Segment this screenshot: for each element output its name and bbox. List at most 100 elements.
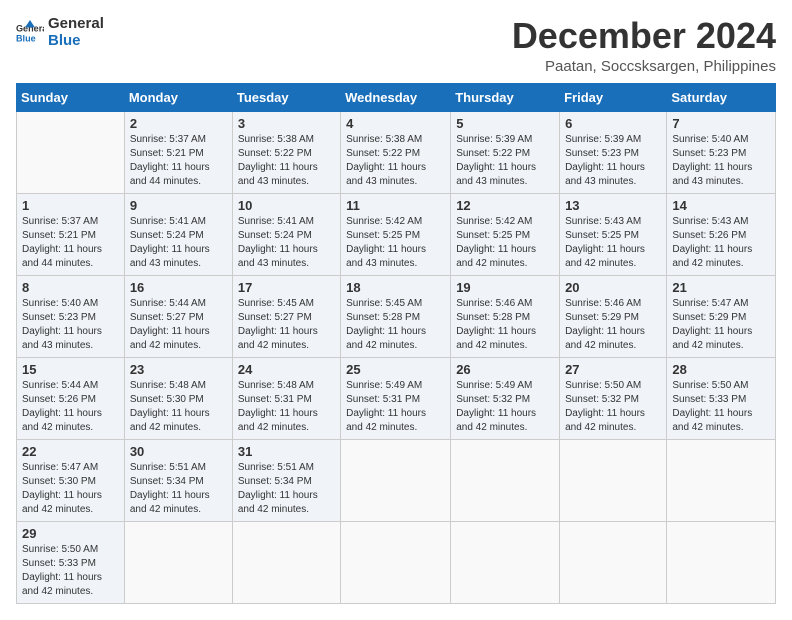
calendar-header-row: SundayMondayTuesdayWednesdayThursdayFrid…	[17, 83, 776, 111]
calendar-cell	[451, 521, 560, 603]
day-info: Sunrise: 5:43 AM Sunset: 5:26 PM Dayligh…	[672, 215, 770, 271]
logo-general-text: General	[48, 16, 104, 33]
logo-icon: General Blue	[16, 19, 44, 47]
logo-blue-text: Blue	[48, 33, 104, 50]
day-info: Sunrise: 5:48 AM Sunset: 5:31 PM Dayligh…	[238, 379, 335, 435]
day-info: Sunrise: 5:39 AM Sunset: 5:23 PM Dayligh…	[565, 133, 661, 189]
day-info: Sunrise: 5:46 AM Sunset: 5:29 PM Dayligh…	[565, 297, 661, 353]
day-number: 13	[565, 198, 661, 213]
calendar-cell: 20 Sunrise: 5:46 AM Sunset: 5:29 PM Dayli…	[560, 275, 667, 357]
calendar-table: SundayMondayTuesdayWednesdayThursdayFrid…	[16, 83, 776, 604]
calendar-cell: 19 Sunrise: 5:46 AM Sunset: 5:28 PM Dayli…	[451, 275, 560, 357]
day-info: Sunrise: 5:51 AM Sunset: 5:34 PM Dayligh…	[130, 461, 227, 517]
day-number: 12	[456, 198, 554, 213]
day-info: Sunrise: 5:42 AM Sunset: 5:25 PM Dayligh…	[346, 215, 445, 271]
day-info: Sunrise: 5:37 AM Sunset: 5:21 PM Dayligh…	[130, 133, 227, 189]
calendar-cell: 17 Sunrise: 5:45 AM Sunset: 5:27 PM Dayli…	[232, 275, 340, 357]
day-number: 11	[346, 198, 445, 213]
day-info: Sunrise: 5:47 AM Sunset: 5:30 PM Dayligh…	[22, 461, 119, 517]
calendar-cell: 31 Sunrise: 5:51 AM Sunset: 5:34 PM Dayli…	[232, 439, 340, 521]
day-number: 4	[346, 116, 445, 131]
day-info: Sunrise: 5:39 AM Sunset: 5:22 PM Dayligh…	[456, 133, 554, 189]
calendar-cell: 22 Sunrise: 5:47 AM Sunset: 5:30 PM Dayli…	[17, 439, 125, 521]
day-info: Sunrise: 5:38 AM Sunset: 5:22 PM Dayligh…	[238, 133, 335, 189]
header-saturday: Saturday	[667, 83, 776, 111]
day-info: Sunrise: 5:41 AM Sunset: 5:24 PM Dayligh…	[238, 215, 335, 271]
day-info: Sunrise: 5:49 AM Sunset: 5:31 PM Dayligh…	[346, 379, 445, 435]
calendar-cell	[451, 439, 560, 521]
day-number: 24	[238, 362, 335, 377]
header-tuesday: Tuesday	[232, 83, 340, 111]
day-number: 22	[22, 444, 119, 459]
calendar-cell: 11 Sunrise: 5:42 AM Sunset: 5:25 PM Dayli…	[341, 193, 451, 275]
calendar-cell: 25Sunrise: 5:49 AM Sunset: 5:31 PM Dayli…	[341, 357, 451, 439]
day-number: 31	[238, 444, 335, 459]
calendar-row-1: 1Sunrise: 5:37 AM Sunset: 5:21 PM Daylig…	[17, 193, 776, 275]
day-number: 21	[672, 280, 770, 295]
calendar-cell	[17, 111, 125, 193]
calendar-cell: 18Sunrise: 5:45 AM Sunset: 5:28 PM Dayli…	[341, 275, 451, 357]
day-info: Sunrise: 5:45 AM Sunset: 5:27 PM Dayligh…	[238, 297, 335, 353]
calendar-cell	[560, 439, 667, 521]
day-info: Sunrise: 5:51 AM Sunset: 5:34 PM Dayligh…	[238, 461, 335, 517]
calendar-cell: 10Sunrise: 5:41 AM Sunset: 5:24 PM Dayli…	[232, 193, 340, 275]
header-sunday: Sunday	[17, 83, 125, 111]
calendar-cell: 1Sunrise: 5:37 AM Sunset: 5:21 PM Daylig…	[17, 193, 125, 275]
day-number: 29	[22, 526, 119, 541]
day-number: 6	[565, 116, 661, 131]
day-number: 7	[672, 116, 770, 131]
calendar-cell: 7Sunrise: 5:40 AM Sunset: 5:23 PM Daylig…	[667, 111, 776, 193]
svg-text:Blue: Blue	[16, 33, 36, 43]
day-number: 30	[130, 444, 227, 459]
month-title: December 2024	[512, 16, 776, 56]
day-number: 27	[565, 362, 661, 377]
calendar-cell	[341, 521, 451, 603]
day-number: 9	[130, 198, 227, 213]
calendar-cell: 3 Sunrise: 5:38 AM Sunset: 5:22 PM Daylig…	[232, 111, 340, 193]
calendar-row-2: 8 Sunrise: 5:40 AM Sunset: 5:23 PM Daylig…	[17, 275, 776, 357]
calendar-cell: 6 Sunrise: 5:39 AM Sunset: 5:23 PM Daylig…	[560, 111, 667, 193]
day-number: 16	[130, 280, 227, 295]
calendar-cell: 9 Sunrise: 5:41 AM Sunset: 5:24 PM Daylig…	[124, 193, 232, 275]
calendar-row-5: 29Sunrise: 5:50 AM Sunset: 5:33 PM Dayli…	[17, 521, 776, 603]
calendar-cell: 16 Sunrise: 5:44 AM Sunset: 5:27 PM Dayli…	[124, 275, 232, 357]
day-number: 20	[565, 280, 661, 295]
day-number: 17	[238, 280, 335, 295]
calendar-cell: 4Sunrise: 5:38 AM Sunset: 5:22 PM Daylig…	[341, 111, 451, 193]
day-info: Sunrise: 5:41 AM Sunset: 5:24 PM Dayligh…	[130, 215, 227, 271]
day-info: Sunrise: 5:48 AM Sunset: 5:30 PM Dayligh…	[130, 379, 227, 435]
calendar-cell: 26 Sunrise: 5:49 AM Sunset: 5:32 PM Dayli…	[451, 357, 560, 439]
calendar-cell: 8 Sunrise: 5:40 AM Sunset: 5:23 PM Daylig…	[17, 275, 125, 357]
day-number: 8	[22, 280, 119, 295]
page-header: General Blue General Blue December 2024 …	[16, 16, 776, 75]
header-thursday: Thursday	[451, 83, 560, 111]
day-info: Sunrise: 5:50 AM Sunset: 5:33 PM Dayligh…	[672, 379, 770, 435]
day-info: Sunrise: 5:42 AM Sunset: 5:25 PM Dayligh…	[456, 215, 554, 271]
day-info: Sunrise: 5:43 AM Sunset: 5:25 PM Dayligh…	[565, 215, 661, 271]
calendar-cell: 15Sunrise: 5:44 AM Sunset: 5:26 PM Dayli…	[17, 357, 125, 439]
calendar-cell: 30 Sunrise: 5:51 AM Sunset: 5:34 PM Dayli…	[124, 439, 232, 521]
day-info: Sunrise: 5:44 AM Sunset: 5:27 PM Dayligh…	[130, 297, 227, 353]
day-number: 19	[456, 280, 554, 295]
header-monday: Monday	[124, 83, 232, 111]
calendar-cell	[341, 439, 451, 521]
day-info: Sunrise: 5:40 AM Sunset: 5:23 PM Dayligh…	[22, 297, 119, 353]
calendar-cell	[124, 521, 232, 603]
calendar-cell	[667, 521, 776, 603]
calendar-row-4: 22 Sunrise: 5:47 AM Sunset: 5:30 PM Dayli…	[17, 439, 776, 521]
calendar-cell	[667, 439, 776, 521]
day-number: 2	[130, 116, 227, 131]
day-number: 26	[456, 362, 554, 377]
day-number: 23	[130, 362, 227, 377]
day-info: Sunrise: 5:44 AM Sunset: 5:26 PM Dayligh…	[22, 379, 119, 435]
calendar-cell	[232, 521, 340, 603]
day-number: 28	[672, 362, 770, 377]
day-number: 3	[238, 116, 335, 131]
title-block: December 2024 Paatan, Soccsksargen, Phil…	[512, 16, 776, 75]
day-info: Sunrise: 5:46 AM Sunset: 5:28 PM Dayligh…	[456, 297, 554, 353]
calendar-cell: 28 Sunrise: 5:50 AM Sunset: 5:33 PM Dayli…	[667, 357, 776, 439]
calendar-cell	[560, 521, 667, 603]
calendar-cell: 5Sunrise: 5:39 AM Sunset: 5:22 PM Daylig…	[451, 111, 560, 193]
calendar-cell: 29Sunrise: 5:50 AM Sunset: 5:33 PM Dayli…	[17, 521, 125, 603]
day-info: Sunrise: 5:49 AM Sunset: 5:32 PM Dayligh…	[456, 379, 554, 435]
